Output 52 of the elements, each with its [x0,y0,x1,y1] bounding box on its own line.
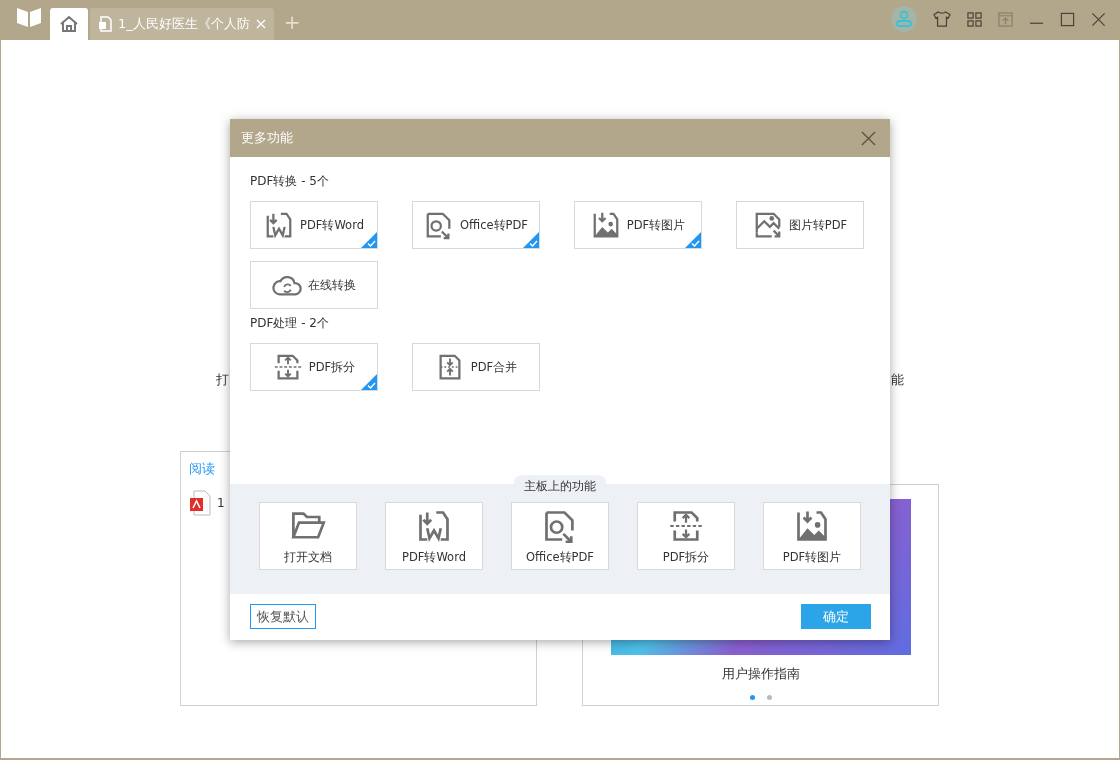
feature-tile[interactable]: PDF拆分 [250,343,378,391]
tile-label: 图片转PDF [788,217,848,233]
section-title: PDF处理 - 2个 [250,315,330,332]
tile-label: 打开文档 [284,549,332,565]
dialog-title: 更多功能 [241,129,293,147]
board-tile[interactable]: PDF转Word [385,502,483,570]
close-icon[interactable] [1091,11,1106,27]
feature-tile[interactable]: Office转PDF [412,201,540,249]
home-icon [59,15,79,33]
document-icon [98,16,112,32]
checked-corner-icon[interactable] [361,374,377,390]
close-icon[interactable] [861,130,876,146]
to-word-icon [264,210,294,240]
checked-corner-icon[interactable] [523,232,539,248]
section-title: PDF转换 - 5个 [250,173,330,190]
board-tile[interactable]: PDF转图片 [763,502,861,570]
tile-label: PDF拆分 [308,359,356,375]
shirt-icon[interactable] [933,11,951,27]
feature-tile[interactable]: 图片转PDF [736,201,864,249]
board-tile[interactable]: Office转PDF [511,502,609,570]
book-logo-icon [16,6,42,28]
tile-label: PDF转Word [300,217,364,233]
pdf-file-icon [189,490,211,516]
guide-caption: 用户操作指南 [721,665,800,683]
file-name[interactable]: 1 [217,496,225,510]
pin-to-top-icon[interactable] [998,11,1013,27]
grid-icon[interactable] [967,11,982,27]
tile-label: Office转PDF [460,217,528,233]
tile-label: 在线转换 [308,277,356,293]
board-tile[interactable]: 打开文档 [259,502,357,570]
maximize-icon[interactable] [1060,11,1075,27]
feature-tile[interactable]: 在线转换 [250,261,378,309]
home-tab[interactable] [50,8,88,40]
tab-title: 1_人民好医生《个人防 [118,15,250,33]
tile-label: PDF转图片 [626,217,686,233]
feature-tile[interactable]: PDF转图片 [574,201,702,249]
tile-label: PDF拆分 [662,549,710,565]
feature-label: 能 [891,371,904,389]
split-icon [272,352,303,382]
tile-label: PDF转Word [402,549,466,565]
tile-label: Office转PDF [526,549,594,565]
feature-tile[interactable]: PDF转Word [250,201,378,249]
feature-tile[interactable]: PDF合并 [412,343,540,391]
checked-corner-icon[interactable] [685,232,701,248]
carousel-dot[interactable] [766,695,772,700]
tile-label: PDF合并 [470,359,518,375]
open-file-label: 打 [216,371,229,389]
carousel-dot[interactable] [749,695,755,700]
reset-defaults-button[interactable]: 恢复默认 [250,604,316,629]
checked-corner-icon[interactable] [361,232,377,248]
board-tile[interactable]: PDF拆分 [637,502,735,570]
tile-label: PDF转图片 [782,549,842,565]
